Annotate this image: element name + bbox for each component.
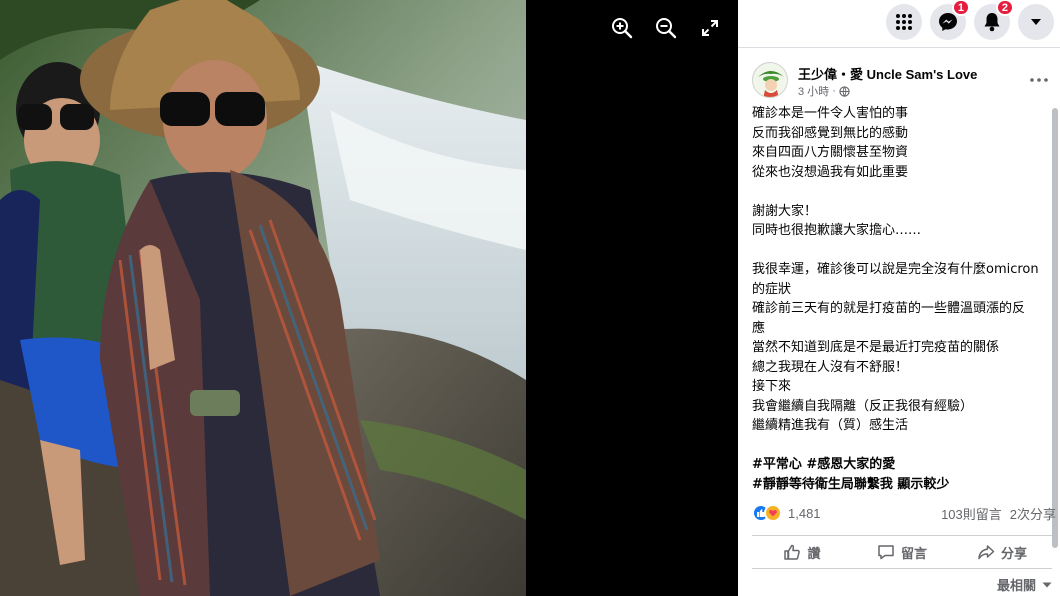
- share-icon: [978, 545, 995, 560]
- photo-viewer: [0, 0, 738, 596]
- hashtag-line[interactable]: #靜靜等待衛生局聯繫我 顯示較少: [752, 475, 1052, 495]
- photo-image: [0, 0, 526, 596]
- reaction-count[interactable]: 1,481: [788, 506, 821, 521]
- globe-icon: [839, 85, 850, 97]
- post-line: 確診前三天有的就是打疫苗的一些體溫頭漲的反: [752, 301, 1026, 316]
- post-line: 從來也沒想過我有如此重要: [752, 164, 909, 180]
- messenger-badge: 1: [951, 0, 970, 16]
- post-body: 確診本是一件令人害怕的事 反而我卻感覺到無比的感動 來自四面八方關懷甚至物資 從…: [752, 104, 1052, 494]
- post-line: 確診本是一件令人害怕的事: [752, 106, 909, 121]
- avatar[interactable]: [752, 62, 788, 98]
- notifications-button[interactable]: 2: [974, 0, 1014, 40]
- avatar-image: [753, 63, 787, 97]
- post-line: 繼續精進我有（質）感生活: [752, 418, 909, 433]
- top-bar: 1 2: [738, 0, 1060, 46]
- post-line: 總之我現在人沒有不舒服！: [752, 359, 909, 375]
- caret-down-icon: [1031, 19, 1041, 25]
- comment-count[interactable]: 103則留言: [941, 504, 1002, 523]
- hashtag-line[interactable]: #平常心 #感恩大家的愛: [752, 455, 1052, 475]
- comment-icon: [878, 545, 894, 560]
- post-line: 應: [752, 320, 766, 336]
- post-photo[interactable]: [0, 0, 526, 596]
- post-actions: 讚 留言 分享: [752, 535, 1052, 569]
- post-line: 接下來: [752, 379, 792, 394]
- post-panel: 1 2 王少偉・愛 Uncle Sam's Love 3 小時 · 確診本是一件…: [738, 0, 1060, 596]
- fullscreen-button[interactable]: [696, 14, 724, 42]
- messenger-icon: [939, 13, 957, 31]
- post-line: 來自四面八方關懷甚至物資: [752, 145, 909, 160]
- sort-label: 最相關: [996, 579, 1036, 594]
- comment-sort-button[interactable]: 最相關: [997, 575, 1052, 594]
- post-line: 反而我卻感覺到無比的感動: [752, 125, 909, 141]
- post-line: 同時也很抱歉讓大家擔心……: [752, 223, 922, 238]
- like-label: 讚: [807, 546, 821, 562]
- share-label: 分享: [1000, 546, 1027, 562]
- like-button[interactable]: 讚: [752, 536, 852, 568]
- post-card: 王少偉・愛 Uncle Sam's Love 3 小時 · 確診本是一件令人害怕…: [738, 47, 1060, 596]
- meta-separator: ·: [832, 85, 836, 97]
- care-reaction-icon: [764, 504, 782, 522]
- zoom-in-icon: [612, 18, 633, 39]
- expand-icon: [702, 20, 718, 36]
- zoom-in-button[interactable]: [608, 14, 636, 42]
- grid-menu-icon: [896, 14, 912, 30]
- notifications-badge: 2: [995, 0, 1014, 16]
- zoom-out-icon: [656, 18, 677, 39]
- reactions-bar: 1,481 103則留言 2次分享: [752, 501, 1056, 525]
- author-name[interactable]: 王少偉・愛 Uncle Sam's Love: [798, 64, 977, 83]
- account-menu-button[interactable]: [1018, 4, 1054, 40]
- thumbs-up-icon: [784, 544, 801, 560]
- post-options-button[interactable]: [1026, 70, 1052, 90]
- bell-icon: [984, 13, 1000, 32]
- post-line: 謝謝大家！: [752, 203, 818, 219]
- post-scrollbar[interactable]: [1052, 108, 1058, 548]
- messenger-button[interactable]: 1: [930, 0, 970, 40]
- zoom-out-button[interactable]: [652, 14, 680, 42]
- comment-button[interactable]: 留言: [852, 536, 952, 568]
- share-button[interactable]: 分享: [952, 536, 1052, 568]
- post-time[interactable]: 3 小時: [798, 83, 829, 99]
- menu-button[interactable]: [886, 4, 922, 40]
- post-line: 我會繼續自我隔離（反正我很有經驗）: [752, 398, 974, 414]
- post-line: 我很幸運，確診後可以說是完全沒有什麼omicron: [752, 262, 1039, 277]
- more-horizontal-icon: [1030, 78, 1048, 82]
- share-count[interactable]: 2次分享: [1010, 504, 1056, 523]
- post-line: 當然不知道到底是不是最近打完疫苗的關係: [752, 340, 1000, 355]
- post-meta: 3 小時 ·: [798, 83, 850, 99]
- caret-down-icon: [1042, 582, 1052, 587]
- post-line: 的症狀: [752, 281, 792, 297]
- comment-label: 留言: [900, 546, 927, 562]
